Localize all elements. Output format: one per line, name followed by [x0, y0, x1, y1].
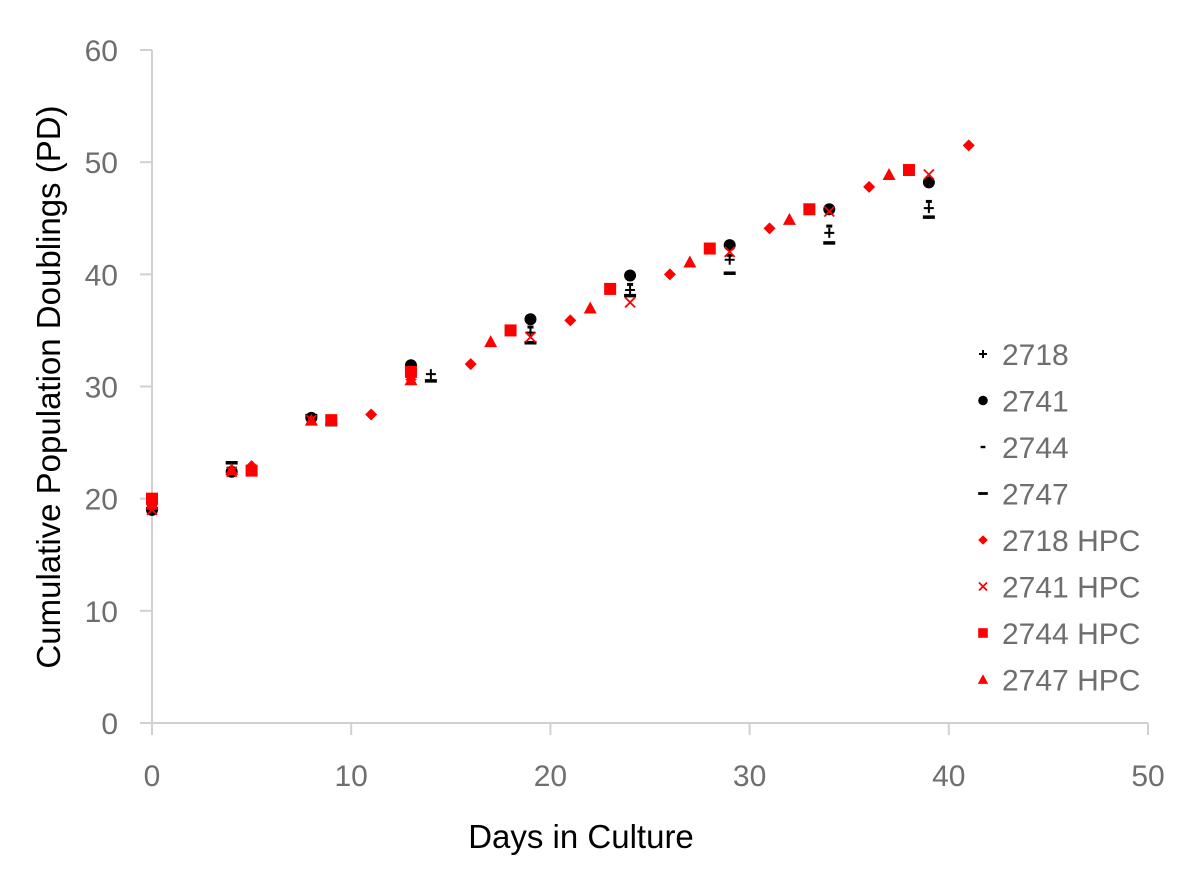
series-2741	[146, 176, 935, 516]
data-point	[627, 282, 634, 286]
legend-item: 2718 HPC	[978, 525, 1140, 558]
data-point	[823, 241, 836, 245]
legend-marker-diamond-icon	[978, 535, 988, 545]
data-point	[925, 199, 932, 203]
x-tick-label: 20	[534, 760, 567, 793]
data-point	[922, 215, 935, 219]
data-point	[484, 335, 498, 348]
data-point	[624, 269, 637, 282]
legend-marker-dash-icon	[978, 492, 988, 495]
data-point	[365, 408, 378, 421]
legend-item: 2747 HPC	[977, 665, 1140, 698]
legend-label: 2747	[1002, 479, 1069, 512]
x-tick-label: 30	[733, 760, 766, 793]
y-tick-label: 40	[85, 259, 118, 292]
x-tick-label: 0	[144, 760, 161, 793]
legend-label: 2741 HPC	[1002, 572, 1140, 605]
y-tick-label: 0	[101, 708, 118, 741]
y-tick-label: 60	[85, 35, 118, 68]
data-point	[624, 293, 637, 298]
data-point	[923, 203, 934, 214]
data-point	[504, 324, 517, 337]
scatter-chart: 0102030405060 0 10 20 30 40 50 27182741274427…	[30, 35, 1165, 855]
legend-label: 2744 HPC	[1002, 618, 1140, 651]
data-point	[863, 180, 876, 193]
data-point	[524, 313, 537, 326]
data-point	[882, 168, 896, 181]
y-tick-label: 20	[85, 484, 118, 517]
y-tick-label: 10	[85, 596, 118, 629]
legend-label: 2747 HPC	[1002, 665, 1140, 698]
legend-marker-circle-icon	[978, 395, 988, 406]
data-point	[902, 164, 915, 177]
legend-label: 2718	[1002, 339, 1069, 372]
x-ticks: 0 10 20 30 40 50	[144, 723, 1165, 793]
series-2718	[147, 203, 934, 515]
legend-item: 2744 HPC	[978, 618, 1140, 651]
data-point	[424, 379, 437, 383]
legend-item: 2747	[978, 479, 1069, 512]
y-tick-label: 30	[85, 372, 118, 405]
series-2747-hpc	[145, 168, 896, 510]
x-tick-label: 40	[932, 760, 965, 793]
legend-marker-plus-icon	[979, 350, 987, 358]
x-axis-title: Days in Culture	[468, 818, 694, 855]
data-point	[624, 296, 636, 309]
y-tick-label: 50	[85, 147, 118, 180]
legend-item: 2744	[980, 432, 1069, 465]
series-2741-hpc	[146, 168, 935, 516]
legend-item: 2741	[978, 386, 1069, 419]
y-ticks: 0 10 20 30 40 50 60	[85, 35, 152, 741]
legend-label: 2744	[1002, 432, 1069, 465]
legend-marker-x-icon	[978, 581, 988, 592]
data-point	[962, 139, 975, 152]
legend-label: 2741	[1002, 386, 1069, 419]
legend-marker-triangle-icon	[977, 674, 989, 684]
series-2744	[149, 199, 932, 509]
data-point	[824, 227, 835, 238]
y-axis-title: Cumulative Population Doublings (PD)	[30, 105, 67, 668]
data-point	[803, 203, 816, 216]
data-point	[604, 282, 617, 295]
legend-item: 2741 HPC	[978, 572, 1140, 605]
data-point	[245, 464, 258, 477]
legend: 2718 2741 2744 2747 2718 HPC 2741 HPC 2744 HPC…	[977, 339, 1140, 698]
data-point	[683, 255, 697, 268]
legend-marker-dash-short-icon	[980, 445, 986, 449]
data-points	[145, 139, 975, 516]
data-point	[583, 301, 597, 314]
data-point	[826, 224, 833, 228]
data-point	[325, 414, 338, 427]
data-point	[723, 271, 736, 275]
legend-marker-square-icon	[978, 628, 988, 638]
data-point	[663, 268, 676, 281]
x-tick-label: 10	[335, 760, 368, 793]
data-point	[425, 369, 436, 380]
data-point	[763, 222, 776, 235]
legend-item: 2718	[979, 339, 1069, 372]
legend-label: 2718 HPC	[1002, 525, 1140, 558]
data-point	[823, 203, 836, 216]
data-point	[782, 212, 796, 225]
axes	[140, 50, 1148, 724]
data-point	[464, 358, 477, 371]
x-tick-label: 50	[1131, 760, 1164, 793]
data-point	[527, 325, 534, 329]
series-2718-hpc	[146, 139, 975, 511]
series-2747	[146, 215, 935, 511]
data-point	[625, 285, 636, 296]
data-point	[723, 239, 736, 252]
data-point	[703, 242, 716, 255]
data-point	[564, 314, 577, 327]
